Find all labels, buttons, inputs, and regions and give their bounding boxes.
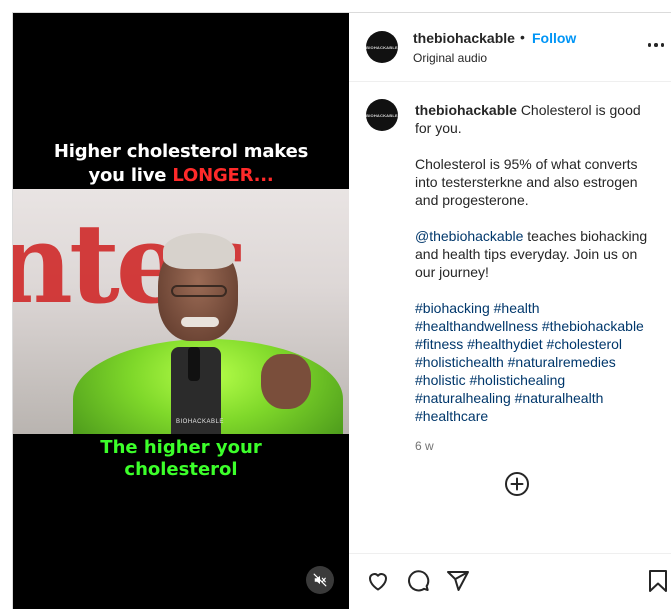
hashtag-link[interactable]: #fitness (415, 336, 463, 352)
hashtag-link[interactable]: #health (494, 300, 540, 316)
caption-author-avatar[interactable]: BIOHACKABLE (366, 99, 398, 131)
bookmark-icon (649, 570, 667, 592)
video-caption-top-line1: Higher cholesterol makes (53, 141, 309, 162)
author-username[interactable]: thebiohackable (413, 30, 515, 46)
follow-button[interactable]: Follow (532, 30, 576, 46)
speaker-hand (261, 354, 311, 409)
hashtag-link[interactable]: #healthandwellness (415, 318, 538, 334)
hashtag-link[interactable]: #thebiohackable (542, 318, 644, 334)
like-button[interactable] (365, 568, 391, 594)
save-button[interactable] (645, 568, 671, 594)
avatar-logo-text: BIOHACKABLE (366, 112, 398, 118)
hashtag-link[interactable]: #healthcare (415, 408, 488, 424)
hashtag-link[interactable]: #holistic (415, 372, 466, 388)
hashtag-link[interactable]: #naturalhealth (515, 390, 604, 406)
speaker-hair (163, 233, 235, 269)
hashtag-link[interactable]: #healthydiet (467, 336, 543, 352)
header-separator: • (520, 29, 525, 45)
video-caption-top-line2: you live LONGER... (13, 164, 349, 188)
video-caption-highlight: LONGER... (172, 165, 274, 186)
author-avatar[interactable]: BIOHACKABLE (366, 31, 398, 63)
video-frame-speaker: nter BIOHACKABLE (13, 189, 349, 434)
video-caption-top: Higher cholesterol makes you live LONGER… (13, 140, 349, 188)
post-header: BIOHACKABLE thebiohackable • Follow Orig… (349, 13, 671, 82)
speaker-glasses (171, 285, 227, 297)
caption-text: thebiohackable Cholesterol is good for y… (415, 101, 651, 425)
hashtag-list: #biohacking #health #healthandwellness #… (415, 299, 651, 425)
speaker-mustache (181, 317, 219, 327)
video-watermark: BIOHACKABLE (176, 419, 224, 425)
hashtag-link[interactable]: #naturalhealing (415, 390, 511, 406)
speaker-muted-icon (313, 573, 327, 587)
hashtag-link[interactable]: #cholesterol (547, 336, 623, 352)
mute-toggle-button[interactable] (306, 566, 334, 594)
avatar-logo-text: BIOHACKABLE (366, 44, 398, 50)
post-actions-bar (349, 553, 671, 609)
hashtag-link[interactable]: #naturalremedies (508, 354, 616, 370)
microphone (188, 347, 200, 381)
comment-button[interactable] (405, 568, 431, 594)
caption-paragraph-3: @thebiohackable teaches biohacking and h… (415, 227, 651, 281)
share-button[interactable] (445, 568, 471, 594)
load-more-comments-button[interactable] (504, 471, 530, 497)
hashtag-link[interactable]: #holistichealing (469, 372, 565, 388)
caption-paragraph-2: Cholesterol is 95% of what converts into… (415, 156, 638, 208)
post-sidebar: BIOHACKABLE thebiohackable • Follow Orig… (349, 13, 671, 609)
hashtag-link[interactable]: #biohacking (415, 300, 490, 316)
plus-circle-icon (505, 472, 529, 496)
video-caption-bottom-line2: cholesterol (124, 459, 238, 480)
video-caption-top-prefix: you live (88, 165, 173, 186)
heart-icon (369, 573, 387, 591)
mention-link[interactable]: @thebiohackable (415, 228, 523, 244)
more-options-icon[interactable] (645, 38, 667, 52)
post-timestamp[interactable]: 6 w (415, 439, 434, 453)
reel-video[interactable]: Higher cholesterol makes you live LONGER… (13, 13, 349, 609)
comment-icon (408, 570, 430, 592)
audio-link[interactable]: Original audio (413, 51, 487, 65)
share-icon (447, 571, 469, 591)
video-caption-bottom: The higher your cholesterol (13, 437, 349, 481)
caption-username[interactable]: thebiohackable (415, 102, 517, 118)
hashtag-link[interactable]: #holistichealth (415, 354, 504, 370)
video-caption-bottom-line1: The higher your (100, 437, 262, 458)
